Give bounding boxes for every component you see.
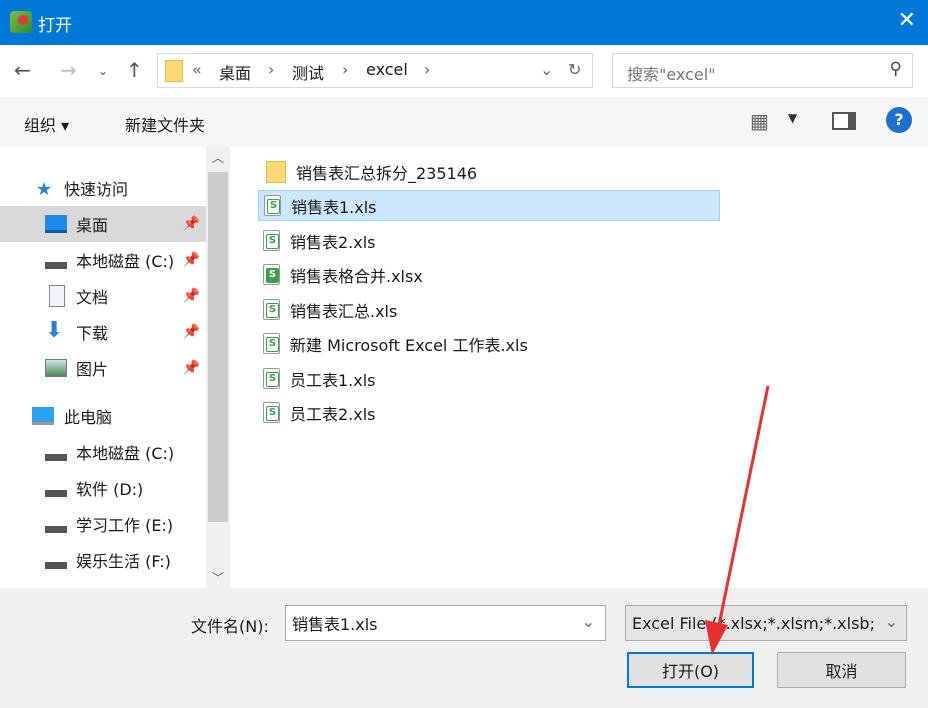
arrow-head xyxy=(705,620,728,655)
arrow-shaft xyxy=(716,385,770,631)
annotation-arrow xyxy=(705,385,770,655)
